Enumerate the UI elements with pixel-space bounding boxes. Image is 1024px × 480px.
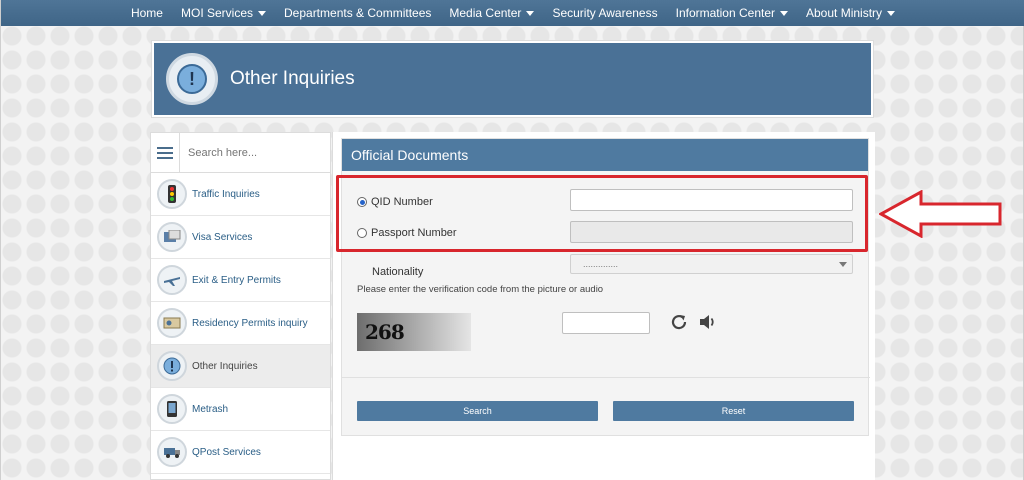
- nationality-label: Nationality: [372, 266, 424, 278]
- nav-label: Home: [130, 6, 163, 20]
- nav-label: Departments & Committees: [284, 6, 432, 20]
- page-banner: ! Other Inquiries: [151, 40, 874, 118]
- sidebar-search-input[interactable]: [180, 133, 330, 172]
- post-truck-icon: [157, 437, 187, 467]
- captcha-input[interactable]: [562, 312, 650, 334]
- sidebar: Traffic Inquiries Visa Services Exit & E…: [150, 132, 331, 480]
- verification-instructions: Please enter the verification code from …: [357, 284, 604, 295]
- nav-departments[interactable]: Departments & Committees: [275, 0, 440, 26]
- captcha-image: 268: [357, 313, 471, 351]
- chevron-down-icon: [780, 10, 788, 16]
- nav-information-center[interactable]: Information Center: [667, 0, 797, 26]
- nationality-row: Nationality: [372, 266, 423, 278]
- chevron-down-icon: [839, 262, 847, 267]
- arrow-left-icon: [877, 189, 1004, 243]
- sidebar-search: [151, 133, 330, 173]
- nationality-select[interactable]: ..............: [570, 254, 853, 274]
- sidebar-item-label: Residency Permits inquiry: [192, 317, 308, 329]
- id-card-icon: [157, 308, 187, 338]
- sidebar-item-other-inquiries[interactable]: Other Inquiries: [151, 345, 330, 388]
- chevron-down-icon: [258, 10, 266, 16]
- exclamation-bubble-icon: !: [166, 53, 218, 105]
- airplane-icon: [157, 265, 187, 295]
- nav-label: Media Center: [449, 6, 522, 20]
- sidebar-item-exit-entry-permits[interactable]: Exit & Entry Permits: [151, 259, 330, 302]
- sidebar-item-traffic-inquiries[interactable]: Traffic Inquiries: [151, 173, 330, 216]
- nav-label: Security Awareness: [552, 6, 658, 20]
- nav-home[interactable]: Home: [122, 0, 172, 26]
- exclamation-bubble-icon: [157, 351, 187, 381]
- speaker-audio-icon[interactable]: [697, 311, 719, 333]
- nav-label: About Ministry: [806, 6, 883, 20]
- verification-instructions-row: Please enter the verification code from …: [357, 284, 603, 295]
- page-title: Other Inquiries: [230, 68, 355, 89]
- sidebar-item-label: Metrash: [192, 403, 229, 415]
- sidebar-item-visa-services[interactable]: Visa Services: [151, 216, 330, 259]
- nav-security-awareness[interactable]: Security Awareness: [543, 0, 666, 26]
- sidebar-item-label: QPost Services: [192, 446, 261, 458]
- banner-inner: ! Other Inquiries: [154, 43, 871, 115]
- nationality-value: ..............: [583, 259, 619, 269]
- nav-about-ministry[interactable]: About Ministry: [797, 0, 904, 26]
- top-navigation: Home MOI Services Departments & Committe…: [1, 0, 1024, 26]
- chevron-down-icon: [887, 10, 896, 16]
- passport-icon: [157, 222, 187, 252]
- refresh-icon[interactable]: [668, 311, 690, 333]
- mobile-phone-icon: [157, 394, 187, 424]
- nav-label: Information Center: [675, 6, 775, 20]
- nav-media-center[interactable]: Media Center: [440, 0, 543, 26]
- reset-button[interactable]: Reset: [613, 401, 854, 421]
- hamburger-menu-icon[interactable]: [151, 133, 180, 172]
- divider: [342, 377, 870, 378]
- sidebar-item-residency-permits[interactable]: Residency Permits inquiry: [151, 302, 330, 345]
- nav-moi-services[interactable]: MOI Services: [172, 0, 275, 26]
- highlight-box: [336, 175, 868, 252]
- traffic-light-icon: [157, 179, 187, 209]
- panel-title: Official Documents: [342, 139, 868, 171]
- sidebar-item-metrash[interactable]: Metrash: [151, 388, 330, 431]
- nav-label: MOI Services: [180, 6, 253, 20]
- chevron-down-icon: [526, 10, 535, 16]
- sidebar-item-label: Visa Services: [192, 231, 253, 243]
- sidebar-item-label: Exit & Entry Permits: [192, 274, 281, 286]
- sidebar-item-label: Other Inquiries: [192, 360, 258, 372]
- search-button[interactable]: Search: [357, 401, 598, 421]
- sidebar-item-qpost-services[interactable]: QPost Services: [151, 431, 330, 474]
- sidebar-item-label: Traffic Inquiries: [192, 188, 260, 200]
